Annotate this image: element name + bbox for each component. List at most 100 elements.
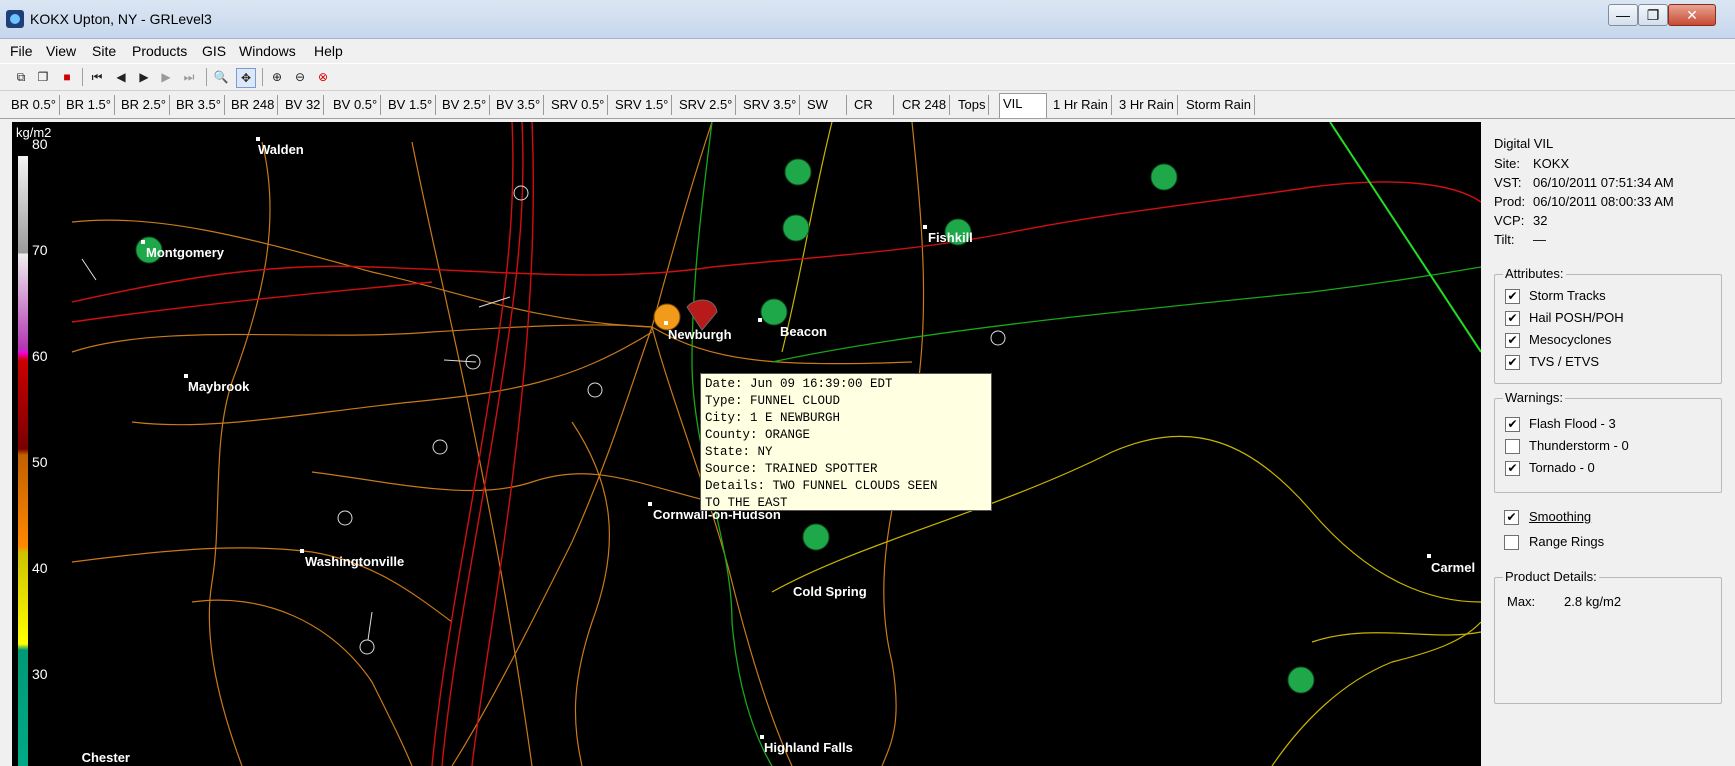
- storm-report-markers: [653, 299, 718, 331]
- tab-srv-0-5[interactable]: SRV 0.5°: [548, 95, 609, 115]
- flash-flood-checkbox[interactable]: ✔: [1505, 417, 1520, 432]
- max-value: 2.8 kg/m2: [1564, 594, 1622, 609]
- tab-bv-2-5[interactable]: BV 2.5°: [439, 95, 491, 115]
- vst-label: VST:: [1494, 175, 1522, 190]
- city-label: Cold Spring: [793, 584, 867, 599]
- tab-srv-1-5[interactable]: SRV 1.5°: [612, 95, 673, 115]
- menu-gis[interactable]: GIS: [202, 43, 226, 59]
- city-label: Washingtonville: [305, 554, 405, 569]
- tab-cr-248[interactable]: CR 248: [899, 95, 951, 115]
- tab-srv-3-5[interactable]: SRV 3.5°: [740, 95, 801, 115]
- menu-windows[interactable]: Windows: [239, 43, 296, 59]
- city-label: Walden: [258, 142, 304, 157]
- city-marker: [758, 318, 762, 322]
- city-marker: [1427, 554, 1431, 558]
- menu-file[interactable]: File: [10, 43, 33, 59]
- toolbar-separator: [262, 68, 263, 86]
- tab-storm-rain[interactable]: Storm Rain: [1183, 95, 1256, 115]
- tab-cr[interactable]: CR: [851, 95, 894, 115]
- menu-site[interactable]: Site: [92, 43, 116, 59]
- range-rings-checkbox[interactable]: [1504, 535, 1519, 550]
- tooltip-line: State: NY: [705, 445, 773, 459]
- report-marker-selected: [686, 299, 718, 331]
- tab-bv-32[interactable]: BV 32: [282, 95, 325, 115]
- legend-label: 40: [32, 560, 48, 576]
- zoom-out-icon[interactable]: ⊖: [291, 68, 309, 86]
- smoothing-label[interactable]: Smoothing: [1529, 509, 1591, 524]
- product-details-group: Product Details: Max: 2.8 kg/m2: [1494, 569, 1722, 704]
- city-label: Newburgh: [668, 327, 732, 342]
- zoom-in-icon[interactable]: ⊕: [268, 68, 286, 86]
- city-label: Carmel: [1431, 560, 1476, 575]
- city-label: Maybrook: [188, 379, 250, 394]
- vcp-label: VCP:: [1494, 213, 1525, 228]
- tab-tops[interactable]: Tops: [955, 95, 990, 115]
- tab-sw[interactable]: SW: [804, 95, 847, 115]
- duplicate-icon[interactable]: ❐: [34, 68, 52, 86]
- prev-frame-icon[interactable]: ◀: [112, 68, 130, 86]
- tilt-value: —: [1533, 232, 1546, 247]
- zoom-icon[interactable]: 🔍: [212, 68, 230, 86]
- thunderstorm-checkbox[interactable]: [1505, 439, 1520, 454]
- smoothing-checkbox[interactable]: ✔: [1504, 510, 1519, 525]
- prod-label: Prod:: [1494, 194, 1526, 209]
- legend-label: 50: [32, 454, 48, 470]
- tab-br-2-5[interactable]: BR 2.5°: [118, 95, 170, 115]
- city-marker: [664, 321, 668, 325]
- tab-vil[interactable]: VIL: [999, 93, 1047, 118]
- tab-bv-0-5[interactable]: BV 0.5°: [330, 95, 382, 115]
- tab-bv-1-5[interactable]: BV 1.5°: [385, 95, 437, 115]
- last-frame-icon[interactable]: ⏭: [180, 68, 198, 86]
- tab-1-hr-rain[interactable]: 1 Hr Rain: [1050, 95, 1112, 115]
- city-label: Highland Falls: [764, 740, 853, 755]
- storm-tracks-checkbox[interactable]: ✔: [1505, 289, 1520, 304]
- color-legend: [18, 156, 28, 766]
- hail-posh-label: Hail POSH/POH: [1529, 310, 1624, 325]
- next-frame-icon[interactable]: ▶: [157, 68, 175, 86]
- tooltip-line: County: ORANGE: [705, 428, 811, 442]
- menu-help[interactable]: Help: [314, 43, 343, 59]
- tab-br-0-5[interactable]: BR 0.5°: [8, 95, 60, 115]
- minimize-button[interactable]: —: [1608, 4, 1638, 26]
- hail-posh-checkbox[interactable]: ✔: [1505, 311, 1520, 326]
- city-marker: [648, 502, 652, 506]
- tooltip-line: Details: TWO FUNNEL CLOUDS SEEN: [705, 479, 938, 493]
- storm-report-tooltip: Date: Jun 09 16:39:00 EDT Type: FUNNEL C…: [700, 373, 992, 511]
- max-label: Max:: [1507, 594, 1536, 609]
- legend-label: 70: [32, 242, 48, 258]
- toolbar-separator: [82, 68, 83, 86]
- menu-view[interactable]: View: [46, 43, 76, 59]
- city-marker: [141, 240, 145, 244]
- tab-bv-3-5[interactable]: BV 3.5°: [493, 95, 545, 115]
- attributes-group: Attributes: ✔ Storm Tracks ✔ Hail POSH/P…: [1494, 266, 1722, 384]
- radar-map[interactable]: kg/m2 80 70 60 50 40 30 Walden Montgomer…: [12, 122, 1481, 766]
- city-marker: [184, 374, 188, 378]
- tab-br-1-5[interactable]: BR 1.5°: [63, 95, 115, 115]
- city-marker: [256, 137, 260, 141]
- product-tab-bar: BR 0.5° BR 1.5° BR 2.5° BR 3.5° BR 248 B…: [0, 92, 1735, 119]
- city-label: Chester: [81, 750, 130, 765]
- tab-br-248[interactable]: BR 248: [228, 95, 279, 115]
- tvs-etvs-checkbox[interactable]: ✔: [1505, 355, 1520, 370]
- tab-srv-2-5[interactable]: SRV 2.5°: [676, 95, 737, 115]
- pan-icon[interactable]: ✥: [236, 68, 256, 88]
- app-icon: [6, 10, 24, 28]
- range-rings-label[interactable]: Range Rings: [1529, 534, 1604, 549]
- tab-br-3-5[interactable]: BR 3.5°: [173, 95, 225, 115]
- window-title: KOKX Upton, NY - GRLevel3: [30, 11, 212, 27]
- site-value: KOKX: [1533, 156, 1570, 171]
- play-icon[interactable]: ▶: [135, 68, 153, 86]
- maximize-button[interactable]: ❐: [1638, 4, 1668, 26]
- flash-flood-label: Flash Flood - 3: [1529, 416, 1616, 431]
- menu-products[interactable]: Products: [132, 43, 187, 59]
- zoom-reset-icon[interactable]: ⊗: [314, 68, 332, 86]
- copy-icon[interactable]: ⧉: [12, 68, 30, 86]
- city-marker: [760, 735, 764, 739]
- close-button[interactable]: ✕: [1668, 4, 1716, 26]
- stop-icon[interactable]: ■: [58, 68, 76, 86]
- first-frame-icon[interactable]: ⏮: [88, 68, 106, 86]
- mesocyclones-checkbox[interactable]: ✔: [1505, 333, 1520, 348]
- tornado-checkbox[interactable]: ✔: [1505, 461, 1520, 476]
- tab-3-hr-rain[interactable]: 3 Hr Rain: [1116, 95, 1178, 115]
- title-bar: KOKX Upton, NY - GRLevel3 — ❐ ✕: [0, 0, 1735, 39]
